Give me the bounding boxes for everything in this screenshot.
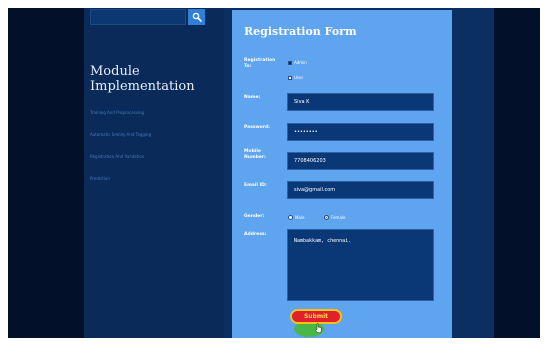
admin-checkbox[interactable] [288, 60, 292, 65]
module-title: Module Implementation [90, 64, 195, 94]
sidebar-item-prediction[interactable]: Prediction [90, 176, 222, 198]
search-icon [192, 12, 202, 22]
female-option-label: Female [331, 215, 346, 220]
form-title: Registration Form [244, 25, 357, 38]
address-label: Address: [244, 232, 267, 237]
search-input[interactable] [90, 9, 186, 25]
name-label: Name: [244, 95, 261, 100]
mobile-field[interactable]: 7708406203 [287, 152, 434, 170]
user-option-label: User [294, 75, 304, 80]
admin-option-label: Admin [294, 60, 307, 65]
user-option[interactable]: User [288, 75, 303, 80]
mobile-label: Mobile Number: [244, 149, 266, 160]
password-field[interactable]: •••••••• [287, 123, 434, 141]
sidebar: Module Implementation Training And Prepr… [84, 8, 224, 338]
sidebar-item-training[interactable]: Training And Preprocessing [90, 110, 222, 132]
sidebar-item-smiley-tagging[interactable]: Automatic Smiley And Tagging [90, 132, 222, 154]
password-label: Password: [244, 125, 271, 130]
hand-cursor-icon [315, 323, 322, 333]
male-option[interactable]: Male [288, 215, 304, 220]
address-field[interactable]: Nambakkam, chennai. [287, 229, 434, 301]
registration-to-label: Registration To: [244, 58, 276, 69]
name-field[interactable]: Siva K [287, 93, 434, 111]
right-margin [494, 8, 540, 338]
left-margin [8, 8, 84, 338]
email-field[interactable]: siva@gmail.com [287, 181, 434, 199]
submit-button[interactable]: Submit [290, 309, 342, 324]
admin-option[interactable]: Admin [288, 60, 307, 65]
registration-form: Registration Form Registration To: Admin… [232, 10, 452, 338]
user-checkbox[interactable] [288, 75, 292, 80]
male-radio[interactable] [288, 215, 293, 220]
app-window: Module Implementation Training And Prepr… [8, 8, 540, 338]
female-radio[interactable] [324, 215, 329, 220]
sidebar-menu: Training And Preprocessing Automatic Smi… [90, 110, 222, 198]
male-option-label: Male [295, 215, 305, 220]
email-label: Email ID: [244, 183, 267, 188]
female-option[interactable]: Female [324, 215, 345, 220]
sidebar-item-registration[interactable]: Registration And Validation [90, 154, 222, 176]
gender-label: Gender: [244, 214, 265, 219]
search-button[interactable] [188, 9, 205, 25]
